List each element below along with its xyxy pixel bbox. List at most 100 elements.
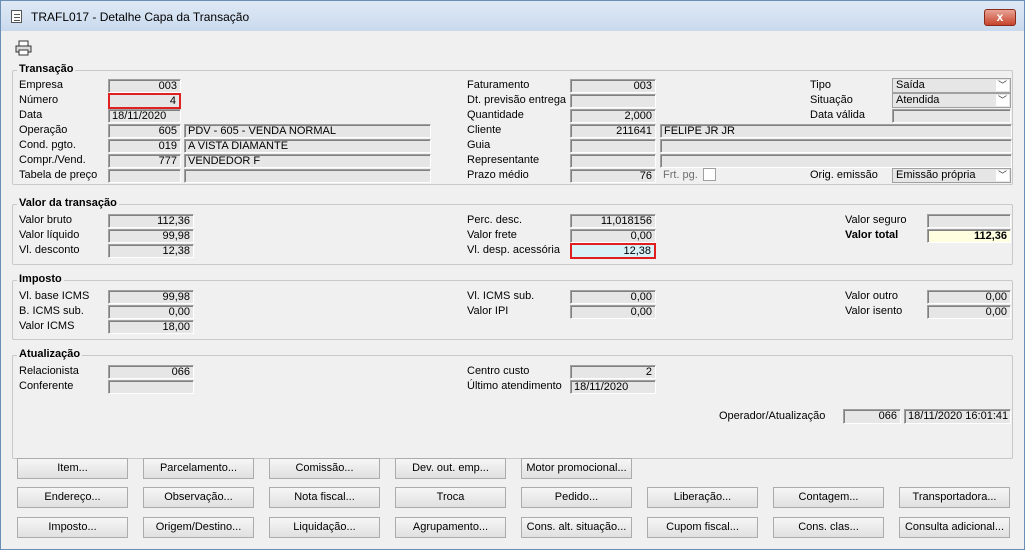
group-transacao: Transação Empresa 003 Número 4 Data 18/1… — [12, 63, 1013, 185]
close-button[interactable]: x — [984, 9, 1016, 26]
cons-alt-situacao-button[interactable]: Cons. alt. situação... — [521, 517, 632, 538]
compr-vend-label: Compr./Vend. — [19, 154, 86, 166]
ultimo-atendimento-label: Último atendimento — [467, 380, 562, 392]
orig-emissao-select[interactable]: Emissão própria ﹀ — [892, 168, 1011, 183]
cond-pgto-label: Cond. pgto. — [19, 139, 76, 151]
conferente-field[interactable] — [108, 380, 194, 394]
operador-field[interactable]: 066 — [843, 409, 901, 424]
comissao-button[interactable]: Comissão... — [269, 458, 380, 479]
cliente-nome[interactable]: FELIPE JR JR — [660, 124, 1012, 138]
empresa-field[interactable]: 003 — [108, 79, 181, 93]
liquidacao-button[interactable]: Liquidação... — [269, 517, 380, 538]
liberacao-button[interactable]: Liberação... — [647, 487, 758, 508]
vl-base-icms-field[interactable]: 99,98 — [108, 290, 194, 304]
centro-custo-field[interactable]: 2 — [570, 365, 656, 379]
valor-total-field[interactable]: 112,36 — [927, 229, 1011, 243]
cond-pgto-code[interactable]: 019 — [108, 139, 181, 153]
vl-icms-sub-label: Vl. ICMS sub. — [467, 290, 535, 302]
faturamento-field[interactable]: 003 — [570, 79, 656, 93]
representante-label: Representante — [467, 154, 540, 166]
vl-base-icms-label: Vl. base ICMS — [19, 290, 90, 302]
valor-liquido-label: Valor líquido — [19, 229, 80, 241]
chevron-down-icon: ﹀ — [996, 80, 1009, 91]
chevron-down-icon: ﹀ — [996, 95, 1009, 106]
tipo-value: Saída — [896, 79, 925, 91]
valor-isento-field[interactable]: 0,00 — [927, 305, 1011, 319]
tabela-preco-label: Tabela de preço — [19, 169, 98, 181]
valor-ipi-label: Valor IPI — [467, 305, 509, 317]
valor-icms-field[interactable]: 18,00 — [108, 320, 194, 334]
orig-emissao-value: Emissão própria — [896, 169, 976, 181]
operacao-desc[interactable]: PDV - 605 - VENDA NORMAL — [184, 124, 431, 138]
guia-code[interactable] — [570, 139, 656, 153]
data-field[interactable]: 18/11/2020 — [108, 109, 181, 123]
b-icms-sub-field[interactable]: 0,00 — [108, 305, 194, 319]
vl-desp-acessoria-field[interactable]: 12,38 — [570, 243, 656, 259]
perc-desc-field[interactable]: 11,018156 — [570, 214, 656, 228]
dt-previsao-field[interactable] — [570, 94, 656, 108]
prazo-medio-field[interactable]: 76 — [570, 169, 656, 183]
title-bar: TRAFL017 - Detalhe Capa da Transação x — [1, 1, 1024, 31]
representante-code[interactable] — [570, 154, 656, 168]
valor-liquido-field[interactable]: 99,98 — [108, 229, 194, 243]
guia-desc[interactable] — [660, 139, 1012, 153]
valor-ipi-field[interactable]: 0,00 — [570, 305, 656, 319]
motor-promocional-button[interactable]: Motor promocional... — [521, 458, 632, 479]
operacao-code[interactable]: 605 — [108, 124, 181, 138]
situacao-value: Atendida — [896, 94, 940, 106]
data-valida-field[interactable] — [892, 109, 1011, 123]
valor-bruto-label: Valor bruto — [19, 214, 72, 226]
troca-button[interactable]: Troca — [395, 487, 506, 508]
cliente-label: Cliente — [467, 124, 502, 136]
observacao-button[interactable]: Observação... — [143, 487, 254, 508]
perc-desc-label: Perc. desc. — [467, 214, 523, 226]
representante-desc[interactable] — [660, 154, 1012, 168]
quantidade-field[interactable]: 2,000 — [570, 109, 656, 123]
tipo-select[interactable]: Saída ﹀ — [892, 78, 1011, 93]
tabela-preco-desc[interactable] — [184, 169, 431, 183]
valor-seguro-field[interactable] — [927, 214, 1011, 228]
origem-destino-button[interactable]: Origem/Destino... — [143, 517, 254, 538]
data-label: Data — [19, 109, 43, 121]
group-title: Imposto — [17, 273, 64, 285]
group-valor-transacao: Valor da transação Valor bruto 112,36 Va… — [12, 197, 1013, 265]
valor-frete-label: Valor frete — [467, 229, 517, 241]
imposto-button[interactable]: Imposto... — [17, 517, 128, 538]
contagem-button[interactable]: Contagem... — [773, 487, 884, 508]
cond-pgto-desc[interactable]: A VISTA DIAMANTE — [184, 139, 431, 153]
valor-frete-field[interactable]: 0,00 — [570, 229, 656, 243]
cliente-code[interactable]: 211641 — [570, 124, 656, 138]
valor-outro-field[interactable]: 0,00 — [927, 290, 1011, 304]
ultimo-atendimento-field[interactable]: 18/11/2020 — [570, 380, 656, 394]
parcelamento-button[interactable]: Parcelamento... — [143, 458, 254, 479]
centro-custo-label: Centro custo — [467, 365, 530, 377]
quantidade-label: Quantidade — [467, 109, 524, 121]
group-title: Transação — [17, 63, 76, 75]
vl-icms-sub-field[interactable]: 0,00 — [570, 290, 656, 304]
tabela-preco-code[interactable] — [108, 169, 181, 183]
endereco-button[interactable]: Endereço... — [17, 487, 128, 508]
transportadora-button[interactable]: Transportadora... — [899, 487, 1010, 508]
group-imposto: Imposto Vl. base ICMS 99,98 B. ICMS sub.… — [12, 273, 1013, 340]
window: TRAFL017 - Detalhe Capa da Transação x T… — [0, 0, 1025, 550]
pedido-button[interactable]: Pedido... — [521, 487, 632, 508]
prazo-medio-label: Prazo médio — [467, 169, 529, 181]
item-button[interactable]: Item... — [17, 458, 128, 479]
agrupamento-button[interactable]: Agrupamento... — [395, 517, 506, 538]
frt-pg-checkbox[interactable] — [703, 168, 716, 181]
printer-icon[interactable] — [15, 40, 32, 56]
cons-clas-button[interactable]: Cons. clas... — [773, 517, 884, 538]
compr-vend-desc[interactable]: VENDEDOR F — [184, 154, 431, 168]
nota-fiscal-button[interactable]: Nota fiscal... — [269, 487, 380, 508]
dev-out-emp-button[interactable]: Dev. out. emp... — [395, 458, 506, 479]
operador-data-field[interactable]: 18/11/2020 16:01:41 — [904, 409, 1011, 424]
cupom-fiscal-button[interactable]: Cupom fiscal... — [647, 517, 758, 538]
compr-vend-code[interactable]: 777 — [108, 154, 181, 168]
consulta-adicional-button[interactable]: Consulta adicional... — [899, 517, 1010, 538]
numero-field[interactable]: 4 — [108, 93, 181, 109]
valor-bruto-field[interactable]: 112,36 — [108, 214, 194, 228]
operacao-label: Operação — [19, 124, 68, 136]
situacao-select[interactable]: Atendida ﹀ — [892, 93, 1011, 108]
relacionista-field[interactable]: 066 — [108, 365, 194, 379]
vl-desconto-field[interactable]: 12,38 — [108, 244, 194, 258]
